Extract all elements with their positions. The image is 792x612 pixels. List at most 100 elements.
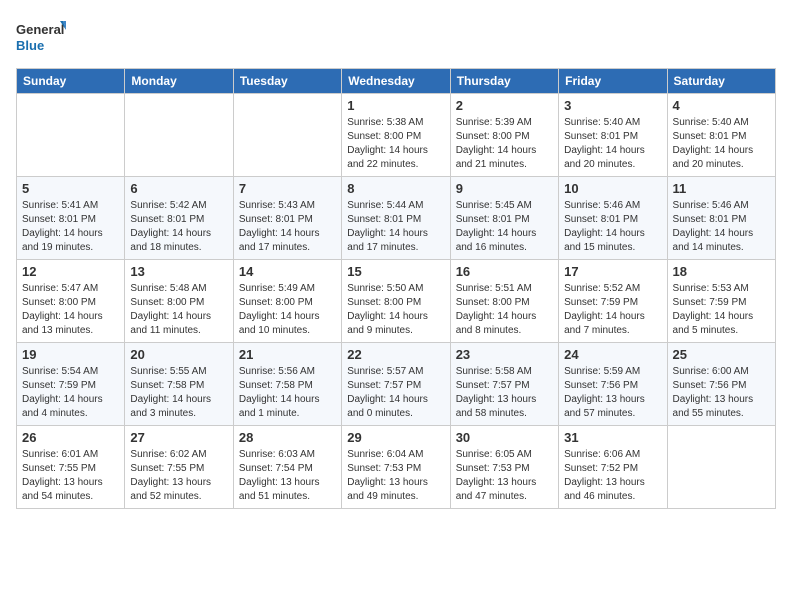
logo-svg: General Blue [16,16,66,56]
calendar-cell: 6 Sunrise: 5:42 AM Sunset: 8:01 PM Daylig… [125,177,233,260]
day-number: 12 [22,264,119,279]
day-info: Sunrise: 5:58 AM Sunset: 7:57 PM Dayligh… [456,365,553,421]
day-info: Sunrise: 5:50 AM Sunset: 8:00 PM Dayligh… [347,282,444,338]
day-number: 5 [22,181,119,196]
calendar-cell: 5Sunrise: 5:41 AM Sunset: 8:01 PM Daylig… [17,177,125,260]
calendar-week-3: 12Sunrise: 5:47 AM Sunset: 8:00 PM Dayli… [17,260,776,343]
day-number: 4 [673,98,770,113]
day-info: Sunrise: 5:49 AM Sunset: 8:00 PM Dayligh… [239,282,336,338]
calendar-cell: 27 Sunrise: 6:02 AM Sunset: 7:55 PM Dayli… [125,426,233,509]
day-info: Sunrise: 5:46 AM Sunset: 8:01 PM Dayligh… [564,199,661,255]
calendar-cell: 14 Sunrise: 5:49 AM Sunset: 8:00 PM Dayli… [233,260,341,343]
day-number: 26 [22,430,119,445]
calendar-cell: 1 Sunrise: 5:38 AM Sunset: 8:00 PM Daylig… [342,94,450,177]
calendar-cell: 26 Sunrise: 6:01 AM Sunset: 7:55 PM Dayli… [17,426,125,509]
col-header-saturday: Saturday [667,69,775,94]
calendar-cell: 18 Sunrise: 5:53 AM Sunset: 7:59 PM Dayli… [667,260,775,343]
day-number: 11 [673,181,770,196]
day-number: 2 [456,98,553,113]
calendar-cell: 31 Sunrise: 6:06 AM Sunset: 7:52 PM Dayli… [559,426,667,509]
day-number: 25 [673,347,770,362]
day-info: Sunrise: 5:45 AM Sunset: 8:01 PM Dayligh… [456,199,553,255]
calendar-cell [233,94,341,177]
day-info: Sunrise: 5:54 AM Sunset: 7:59 PM Dayligh… [22,365,119,421]
calendar-cell: 13 Sunrise: 5:48 AM Sunset: 8:00 PM Dayli… [125,260,233,343]
calendar-cell: 29 Sunrise: 6:04 AM Sunset: 7:53 PM Dayli… [342,426,450,509]
day-number: 27 [130,430,227,445]
day-number: 8 [347,181,444,196]
day-info: Sunrise: 6:05 AM Sunset: 7:53 PM Dayligh… [456,448,553,504]
col-header-wednesday: Wednesday [342,69,450,94]
calendar-week-5: 26 Sunrise: 6:01 AM Sunset: 7:55 PM Dayli… [17,426,776,509]
calendar-cell: 24 Sunrise: 5:59 AM Sunset: 7:56 PM Dayli… [559,343,667,426]
calendar-week-4: 19Sunrise: 5:54 AM Sunset: 7:59 PM Dayli… [17,343,776,426]
calendar-cell: 22 Sunrise: 5:57 AM Sunset: 7:57 PM Dayli… [342,343,450,426]
page-header: General Blue [16,16,776,56]
calendar-cell: 23 Sunrise: 5:58 AM Sunset: 7:57 PM Dayli… [450,343,558,426]
calendar-header-row: SundayMondayTuesdayWednesdayThursdayFrid… [17,69,776,94]
calendar-table: SundayMondayTuesdayWednesdayThursdayFrid… [16,68,776,509]
calendar-cell: 28 Sunrise: 6:03 AM Sunset: 7:54 PM Dayli… [233,426,341,509]
day-info: Sunrise: 6:06 AM Sunset: 7:52 PM Dayligh… [564,448,661,504]
calendar-week-2: 5Sunrise: 5:41 AM Sunset: 8:01 PM Daylig… [17,177,776,260]
logo: General Blue [16,16,66,56]
day-info: Sunrise: 5:48 AM Sunset: 8:00 PM Dayligh… [130,282,227,338]
calendar-cell: 12Sunrise: 5:47 AM Sunset: 8:00 PM Dayli… [17,260,125,343]
calendar-cell: 25 Sunrise: 6:00 AM Sunset: 7:56 PM Dayli… [667,343,775,426]
calendar-cell [667,426,775,509]
calendar-cell: 8 Sunrise: 5:44 AM Sunset: 8:01 PM Daylig… [342,177,450,260]
day-info: Sunrise: 5:40 AM Sunset: 8:01 PM Dayligh… [673,116,770,172]
day-info: Sunrise: 5:56 AM Sunset: 7:58 PM Dayligh… [239,365,336,421]
day-info: Sunrise: 5:46 AM Sunset: 8:01 PM Dayligh… [673,199,770,255]
calendar-cell: 10 Sunrise: 5:46 AM Sunset: 8:01 PM Dayli… [559,177,667,260]
day-info: Sunrise: 5:44 AM Sunset: 8:01 PM Dayligh… [347,199,444,255]
day-info: Sunrise: 5:51 AM Sunset: 8:00 PM Dayligh… [456,282,553,338]
day-number: 7 [239,181,336,196]
calendar-cell [125,94,233,177]
day-number: 13 [130,264,227,279]
day-number: 1 [347,98,444,113]
day-info: Sunrise: 6:00 AM Sunset: 7:56 PM Dayligh… [673,365,770,421]
day-number: 23 [456,347,553,362]
calendar-cell: 9Sunrise: 5:45 AM Sunset: 8:01 PM Daylig… [450,177,558,260]
day-number: 6 [130,181,227,196]
day-info: Sunrise: 5:55 AM Sunset: 7:58 PM Dayligh… [130,365,227,421]
day-number: 14 [239,264,336,279]
calendar-cell: 30 Sunrise: 6:05 AM Sunset: 7:53 PM Dayli… [450,426,558,509]
col-header-friday: Friday [559,69,667,94]
day-number: 22 [347,347,444,362]
day-info: Sunrise: 5:57 AM Sunset: 7:57 PM Dayligh… [347,365,444,421]
day-number: 17 [564,264,661,279]
day-info: Sunrise: 6:03 AM Sunset: 7:54 PM Dayligh… [239,448,336,504]
day-info: Sunrise: 5:42 AM Sunset: 8:01 PM Dayligh… [130,199,227,255]
day-number: 29 [347,430,444,445]
day-number: 16 [456,264,553,279]
calendar-cell: 17Sunrise: 5:52 AM Sunset: 7:59 PM Dayli… [559,260,667,343]
day-number: 18 [673,264,770,279]
day-number: 24 [564,347,661,362]
day-info: Sunrise: 5:53 AM Sunset: 7:59 PM Dayligh… [673,282,770,338]
day-info: Sunrise: 5:39 AM Sunset: 8:00 PM Dayligh… [456,116,553,172]
day-info: Sunrise: 6:02 AM Sunset: 7:55 PM Dayligh… [130,448,227,504]
day-number: 21 [239,347,336,362]
day-info: Sunrise: 6:01 AM Sunset: 7:55 PM Dayligh… [22,448,119,504]
calendar-cell: 4 Sunrise: 5:40 AM Sunset: 8:01 PM Daylig… [667,94,775,177]
day-info: Sunrise: 5:38 AM Sunset: 8:00 PM Dayligh… [347,116,444,172]
day-number: 31 [564,430,661,445]
day-info: Sunrise: 5:59 AM Sunset: 7:56 PM Dayligh… [564,365,661,421]
calendar-cell: 21 Sunrise: 5:56 AM Sunset: 7:58 PM Dayli… [233,343,341,426]
col-header-thursday: Thursday [450,69,558,94]
day-number: 3 [564,98,661,113]
calendar-cell: 16 Sunrise: 5:51 AM Sunset: 8:00 PM Dayli… [450,260,558,343]
day-info: Sunrise: 5:40 AM Sunset: 8:01 PM Dayligh… [564,116,661,172]
calendar-cell: 19Sunrise: 5:54 AM Sunset: 7:59 PM Dayli… [17,343,125,426]
svg-text:General: General [16,22,64,37]
calendar-cell: 11 Sunrise: 5:46 AM Sunset: 8:01 PM Dayli… [667,177,775,260]
day-info: Sunrise: 6:04 AM Sunset: 7:53 PM Dayligh… [347,448,444,504]
day-number: 10 [564,181,661,196]
day-number: 30 [456,430,553,445]
col-header-monday: Monday [125,69,233,94]
day-number: 15 [347,264,444,279]
day-number: 28 [239,430,336,445]
calendar-cell: 2 Sunrise: 5:39 AM Sunset: 8:00 PM Daylig… [450,94,558,177]
